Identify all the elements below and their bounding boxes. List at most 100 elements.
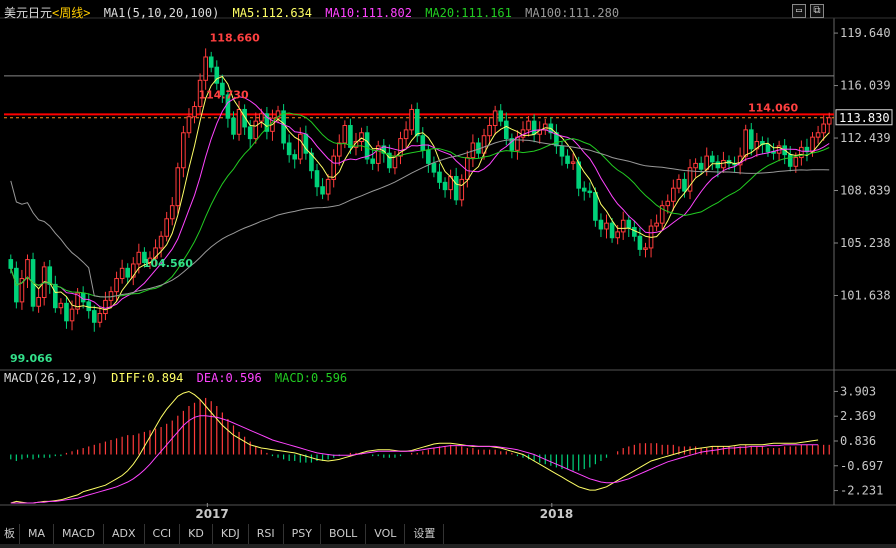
tab-kd[interactable]: KD bbox=[180, 524, 213, 544]
ma5-line bbox=[10, 75, 830, 311]
ma5-value: MA5:112.634 bbox=[232, 6, 313, 20]
price-annotation: 99.066 bbox=[10, 352, 53, 365]
ma20-value: MA20:111.161 bbox=[425, 6, 512, 20]
candle-body bbox=[86, 301, 92, 312]
candle-body bbox=[359, 132, 364, 143]
candle-body bbox=[620, 219, 626, 233]
candle-body bbox=[297, 133, 303, 160]
candle-body bbox=[247, 126, 253, 140]
candle-body bbox=[665, 200, 671, 207]
macd-params-label: MACD(26,12,9) bbox=[4, 371, 98, 385]
candle-body bbox=[748, 129, 754, 150]
candle-body bbox=[465, 157, 470, 180]
price-chart[interactable]: 119.640 116.039 112.439 108.839 105.238 101.6… bbox=[0, 0, 896, 548]
candle-body bbox=[58, 302, 64, 309]
candle-body bbox=[643, 247, 648, 250]
tab-kdj[interactable]: KDJ bbox=[213, 524, 249, 544]
candle-body bbox=[632, 227, 637, 237]
tab-boll[interactable]: BOLL bbox=[321, 524, 367, 544]
candle-body bbox=[125, 267, 131, 278]
tab-adx[interactable]: ADX bbox=[104, 524, 145, 544]
candle-body bbox=[593, 192, 598, 221]
candle-body bbox=[826, 117, 832, 125]
candle-body bbox=[186, 116, 192, 134]
candle-body bbox=[169, 205, 175, 220]
candle-body bbox=[114, 278, 119, 293]
tab-board[interactable]: 板 bbox=[0, 524, 20, 544]
candle-body bbox=[709, 155, 715, 163]
macd-tick-label: 3.903 bbox=[840, 384, 876, 398]
candle-body bbox=[787, 154, 793, 167]
candle-body bbox=[259, 113, 264, 122]
candle-body bbox=[487, 124, 492, 137]
tab-settings[interactable]: 设置 bbox=[405, 524, 445, 544]
macd-tick-label: 0.836 bbox=[840, 434, 876, 448]
tab-psy[interactable]: PSY bbox=[284, 524, 321, 544]
y-tick-label: 105.238 bbox=[840, 236, 891, 250]
tab-macd[interactable]: MACD bbox=[54, 524, 104, 544]
macd-tick-label: -2.231 bbox=[840, 484, 883, 498]
candle-body bbox=[414, 108, 420, 137]
period-label[interactable]: <周线> bbox=[52, 6, 90, 20]
candle-body bbox=[36, 296, 41, 307]
candle-body bbox=[136, 251, 142, 265]
candle-body bbox=[409, 108, 414, 131]
price-annotation: 118.660 bbox=[210, 31, 260, 44]
candle-body bbox=[231, 117, 236, 135]
macd-tick-label: -0.697 bbox=[840, 459, 883, 473]
candle-body bbox=[158, 235, 164, 249]
candle-body bbox=[364, 132, 370, 160]
candle-body bbox=[119, 267, 125, 280]
candle-body bbox=[181, 132, 186, 169]
macd-header: MACD(26,12,9) DIFF:0.894 DEA:0.596 MACD:… bbox=[4, 371, 353, 385]
candle-body bbox=[8, 259, 14, 269]
x-tick-label: 2017 bbox=[195, 507, 228, 521]
tab-vol[interactable]: VOL bbox=[366, 524, 406, 544]
candle-body bbox=[721, 159, 726, 169]
candle-body bbox=[498, 110, 504, 122]
macd-tick-label: 2.369 bbox=[840, 409, 876, 423]
candle-body bbox=[69, 308, 75, 322]
current-price-label: 113.830 bbox=[839, 111, 890, 125]
indicator-tabs: 板 MA MACD ADX CCI KD KDJ RSI PSY BOLL VO… bbox=[0, 524, 896, 544]
candle-body bbox=[342, 124, 348, 144]
tab-rsi[interactable]: RSI bbox=[249, 524, 284, 544]
candle-body bbox=[559, 145, 565, 157]
candle-body bbox=[292, 154, 298, 160]
macd-dea-value: DEA:0.596 bbox=[196, 371, 262, 385]
candle-body bbox=[609, 222, 615, 239]
macd-diff-line bbox=[10, 390, 819, 504]
y-tick-label: 119.640 bbox=[840, 26, 891, 40]
candle-body bbox=[587, 190, 593, 194]
candle-body bbox=[426, 149, 431, 164]
candle-body bbox=[437, 171, 442, 183]
candle-body bbox=[654, 222, 659, 227]
candle-body bbox=[286, 142, 292, 156]
candle-body bbox=[348, 124, 353, 148]
candle-body bbox=[47, 266, 53, 285]
candle-body bbox=[821, 123, 826, 134]
candle-body bbox=[526, 120, 531, 131]
candle-body bbox=[492, 110, 498, 126]
candle-body bbox=[682, 178, 687, 192]
price-annotation: 114.060 bbox=[748, 101, 798, 114]
maximize-icon[interactable]: ⧉ bbox=[810, 4, 824, 18]
candle-body bbox=[503, 120, 509, 140]
candle-body bbox=[743, 129, 749, 157]
ma-params-label: MA1(5,10,20,100) bbox=[103, 6, 220, 20]
candle-body bbox=[91, 310, 97, 323]
candle-body bbox=[236, 108, 242, 135]
status-strip bbox=[0, 544, 896, 548]
y-tick-label: 101.638 bbox=[840, 288, 891, 302]
candle-body bbox=[793, 157, 799, 167]
candle-body bbox=[459, 178, 465, 201]
tab-ma[interactable]: MA bbox=[20, 524, 55, 544]
candle-body bbox=[671, 187, 676, 202]
restore-icon[interactable]: ▭ bbox=[792, 4, 806, 18]
candle-body bbox=[453, 176, 459, 201]
candle-body bbox=[704, 155, 710, 170]
candle-body bbox=[103, 299, 108, 315]
price-annotation: 114.730 bbox=[199, 89, 249, 102]
tab-cci[interactable]: CCI bbox=[145, 524, 181, 544]
candle-body bbox=[320, 186, 325, 195]
